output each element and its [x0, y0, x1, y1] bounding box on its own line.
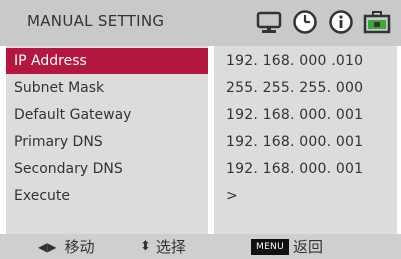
- select-hint: ⬍ 选择: [140, 236, 186, 257]
- move-label: 移动: [64, 238, 95, 256]
- back-hint: MENU 返回: [251, 236, 323, 257]
- row-label-primary-dns[interactable]: Primary DNS: [6, 129, 208, 155]
- footer-hint-bar: ◀▶ 移动 ⬍ 选择 MENU 返回: [0, 234, 401, 259]
- row-label-ip-address[interactable]: IP Address: [6, 48, 208, 74]
- row-label-subnet-mask[interactable]: Subnet Mask: [6, 75, 208, 101]
- manual-setting-screen: MANUAL SETTING IP Address 192. 168. 000 …: [0, 0, 401, 259]
- menu-key-icon: MENU: [251, 238, 289, 255]
- back-label: 返回: [292, 238, 323, 256]
- up-down-arrows-icon: ⬍: [140, 239, 151, 254]
- row-value-secondary-dns[interactable]: 192. 168. 000. 001: [214, 156, 397, 182]
- row-label-secondary-dns[interactable]: Secondary DNS: [6, 156, 208, 182]
- page-title: MANUAL SETTING: [27, 12, 165, 30]
- monitor-icon[interactable]: [255, 8, 283, 36]
- row-value-primary-dns[interactable]: 192. 168. 000. 001: [214, 129, 397, 155]
- left-right-arrows-icon: ◀▶: [38, 239, 57, 254]
- header-bar: MANUAL SETTING: [0, 0, 401, 46]
- clock-icon[interactable]: [291, 8, 319, 36]
- move-hint: ◀▶ 移动: [38, 236, 94, 257]
- row-value-ip-address[interactable]: 192. 168. 000 .010: [214, 48, 397, 74]
- header-icons: [255, 8, 391, 36]
- info-icon[interactable]: [327, 8, 355, 36]
- row-label-execute[interactable]: Execute: [6, 183, 208, 209]
- toolbox-icon[interactable]: [363, 8, 391, 36]
- row-value-execute[interactable]: >: [214, 183, 397, 209]
- row-value-default-gateway[interactable]: 192. 168. 000. 001: [214, 102, 397, 128]
- select-label: 选择: [155, 238, 186, 256]
- row-value-subnet-mask[interactable]: 255. 255. 255. 000: [214, 75, 397, 101]
- row-label-default-gateway[interactable]: Default Gateway: [6, 102, 208, 128]
